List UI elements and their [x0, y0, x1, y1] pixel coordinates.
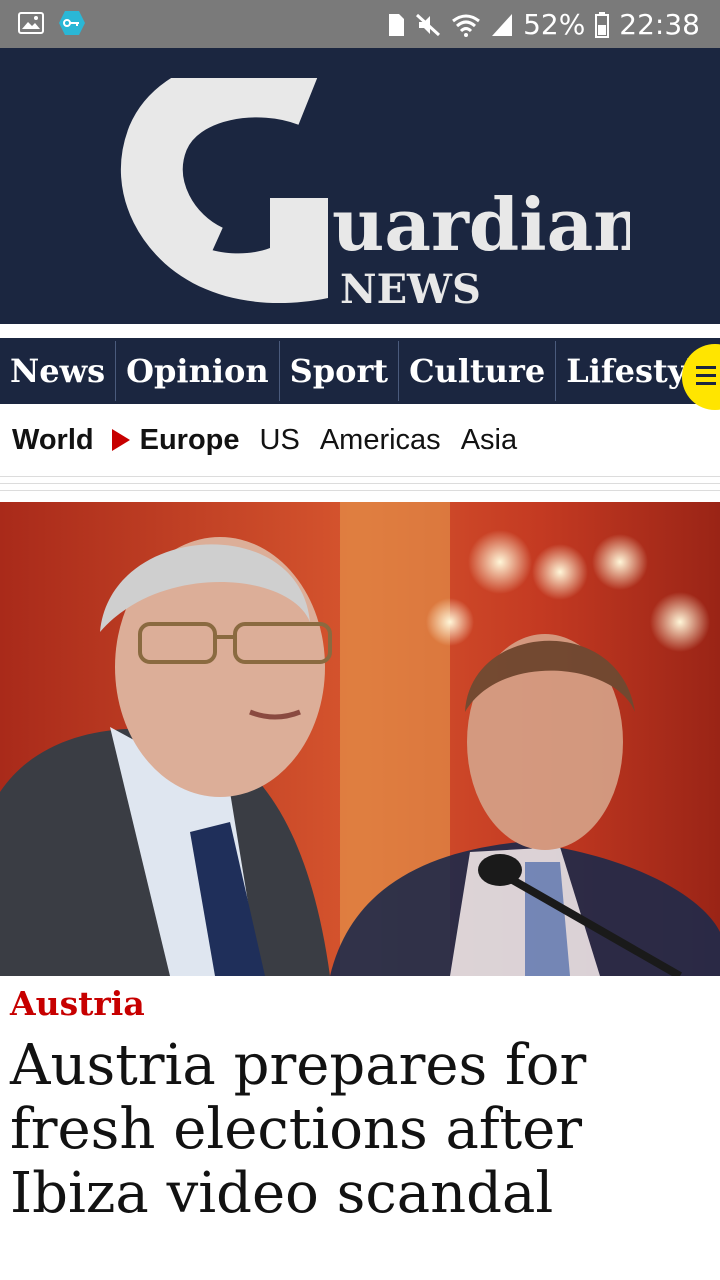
logo-word: uardian — [332, 182, 630, 267]
clock: 22:38 — [619, 8, 700, 41]
subnav-us[interactable]: US — [260, 424, 300, 457]
status-bar: 52% 22:38 — [0, 0, 720, 48]
masthead-divider — [0, 324, 720, 338]
subnav-asia[interactable]: Asia — [461, 424, 517, 457]
subnav-americas[interactable]: Americas — [320, 424, 441, 457]
subnav-europe[interactable]: Europe — [140, 424, 240, 457]
masthead: uardian NEWS — [0, 48, 720, 324]
article-kicker[interactable]: Austria — [10, 984, 145, 1023]
subnav-world[interactable]: World — [12, 424, 94, 457]
guardian-logo[interactable]: uardian NEWS — [110, 55, 646, 318]
subnav: World Europe US Americas Asia — [0, 404, 720, 476]
hero-image[interactable] — [0, 502, 720, 976]
mute-icon — [415, 13, 441, 37]
triangle-right-icon — [111, 429, 130, 451]
nav-sport[interactable]: Sport — [280, 341, 400, 401]
signal-icon — [491, 13, 513, 37]
image-icon — [18, 12, 44, 34]
nav-opinion[interactable]: Opinion — [116, 341, 280, 401]
nav-culture[interactable]: Culture — [399, 341, 557, 401]
battery-percent: 52% — [523, 8, 586, 41]
menu-icon — [696, 366, 716, 390]
battery-icon — [595, 11, 610, 38]
article-headline[interactable]: Austria prepares for fresh elections aft… — [10, 1034, 715, 1226]
logo-sub: NEWS — [340, 266, 481, 313]
nav-news[interactable]: News — [0, 341, 117, 401]
pillar-nav: News Opinion Sport Culture Lifestyle — [0, 338, 720, 404]
wifi-icon — [451, 13, 481, 37]
section-rules — [0, 476, 720, 497]
sim-icon — [387, 13, 405, 37]
vpn-key-icon — [58, 10, 86, 36]
